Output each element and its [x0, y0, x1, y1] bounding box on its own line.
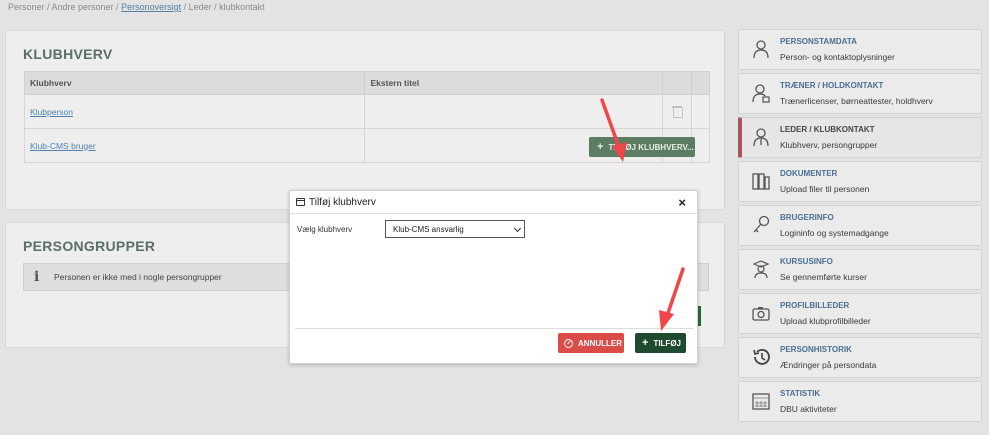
ban-icon — [564, 338, 573, 348]
chevron-down-icon — [513, 224, 522, 233]
sidebar-item-subtitle: DBU aktiviteter — [780, 404, 837, 414]
sidebar-item-subtitle: Upload klubprofilbilleder — [780, 316, 871, 326]
cancel-button[interactable]: ANNULLER — [558, 333, 624, 353]
sidebar-item-personstamdata[interactable]: PERSONSTAMDATA Person- og kontaktoplysni… — [738, 29, 982, 70]
info-icon: i — [34, 269, 40, 285]
column-header-klubhverv: Klubhverv — [23, 71, 366, 95]
klubhverv-cell: Klub-CMS bruger — [23, 128, 366, 163]
klubhverv-link[interactable]: Klubperson — [30, 107, 73, 117]
person-icon — [753, 40, 769, 59]
delete-cell — [662, 94, 692, 129]
sidebar-item-personhistorik[interactable]: PERSONHISTORIK Ændringer på persondata — [738, 337, 982, 378]
sidebar-item-subtitle: Person- og kontaktoplysninger — [780, 52, 895, 62]
sidebar-item-title: DOKUMENTER — [780, 169, 838, 178]
modal-title: Tilføj klubhverv — [309, 197, 376, 208]
sidebar-item-title: PERSONHISTORIK — [780, 345, 852, 354]
sidebar-item-subtitle: Upload filer til personen — [780, 184, 870, 194]
sidebar-item-leder[interactable]: LEDER / KLUBKONTAKT Klubhverv, persongru… — [738, 117, 982, 158]
sidebar-item-subtitle: Se gennemførte kurser — [780, 272, 867, 282]
history-icon — [753, 349, 770, 365]
sidebar-item-traener[interactable]: TRÆNER / HOLDKONTAKT Trænerlicenser, bør… — [738, 73, 982, 114]
key-icon — [753, 215, 770, 233]
breadcrumb-suffix: / Leder / klubkontakt — [181, 2, 265, 12]
breadcrumb-link-personoversigt[interactable]: Personoversigt — [121, 2, 181, 12]
klubhverv-select[interactable]: Klub-CMS ansvarlig — [385, 220, 525, 238]
trash-icon[interactable] — [672, 105, 684, 118]
column-header-extra — [690, 71, 711, 95]
leader-icon — [753, 128, 769, 147]
extra-cell — [690, 94, 711, 129]
camera-icon — [752, 307, 770, 321]
table-header-row: Klubhverv Ekstern titel — [23, 71, 711, 95]
modal-divider — [295, 328, 693, 329]
sidebar-item-subtitle: Klubhverv, persongrupper — [780, 140, 878, 150]
calendar-icon — [752, 393, 770, 410]
plus-icon: + — [642, 337, 649, 349]
sidebar-item-title: PROFILBILLEDER — [780, 301, 850, 310]
sidebar-item-subtitle: Trænerlicenser, børneattester, holdhverv — [780, 96, 933, 106]
klubhverv-select-value: Klub-CMS ansvarlig — [393, 224, 464, 234]
window-icon — [296, 198, 305, 206]
sidebar-item-title: LEDER / KLUBKONTAKT — [780, 125, 875, 134]
sidebar-item-subtitle: Logininfo og systemadgange — [780, 228, 889, 238]
sidebar-item-brugerinfo[interactable]: BRUGERINFO Logininfo og systemadgange — [738, 205, 982, 246]
add-klubhverv-modal: Tilføj klubhverv × Vælg klubhverv Klub-C… — [289, 190, 698, 364]
graduate-icon — [752, 260, 770, 279]
modal-header: Tilføj klubhverv × — [290, 191, 697, 214]
close-icon[interactable]: × — [678, 195, 686, 210]
sidebar-item-title: TRÆNER / HOLDKONTAKT — [780, 81, 884, 90]
add-label: TILFØJ — [653, 338, 681, 348]
select-klubhverv-label: Vælg klubhverv — [297, 225, 353, 234]
sidebar-item-statistik[interactable]: STATISTIK DBU aktiviteter — [738, 381, 982, 422]
sidebar-item-profilbilleder[interactable]: PROFILBILLEDER Upload klubprofilbilleder — [738, 293, 982, 334]
breadcrumb: Personer / Andre personer / Personoversi… — [8, 2, 265, 12]
breadcrumb-prefix: Personer / Andre personer / — [8, 2, 122, 12]
annotation-arrow-icon — [659, 267, 685, 331]
annotation-arrow-icon — [600, 98, 627, 162]
persongrupper-info-text: Personen er ikke med i nogle persongrupp… — [54, 272, 222, 282]
klubhverv-link[interactable]: Klub-CMS bruger — [30, 141, 96, 151]
sidebar-item-subtitle: Ændringer på persondata — [780, 360, 877, 370]
sidebar-item-kursusinfo[interactable]: KURSUSINFO Se gennemførte kurser — [738, 249, 982, 290]
klubhverv-cell: Klubperson — [23, 94, 366, 129]
documents-icon — [752, 173, 770, 190]
column-header-ekstern-titel: Ekstern titel — [364, 71, 664, 95]
sidebar-item-dokumenter[interactable]: DOKUMENTER Upload filer til personen — [738, 161, 982, 202]
sidebar-item-title: STATISTIK — [780, 389, 821, 398]
add-button[interactable]: + TILFØJ — [635, 333, 686, 353]
sidebar-item-title: BRUGERINFO — [780, 213, 834, 222]
sidebar-item-title: KURSUSINFO — [780, 257, 833, 266]
coach-icon — [752, 84, 770, 103]
klubhverv-title: KLUBHVERV — [23, 46, 113, 62]
persongrupper-title: PERSONGRUPPER — [23, 238, 156, 254]
sidebar-item-title: PERSONSTAMDATA — [780, 37, 857, 46]
column-header-actions — [662, 71, 692, 95]
cancel-label: ANNULLER — [578, 338, 622, 348]
